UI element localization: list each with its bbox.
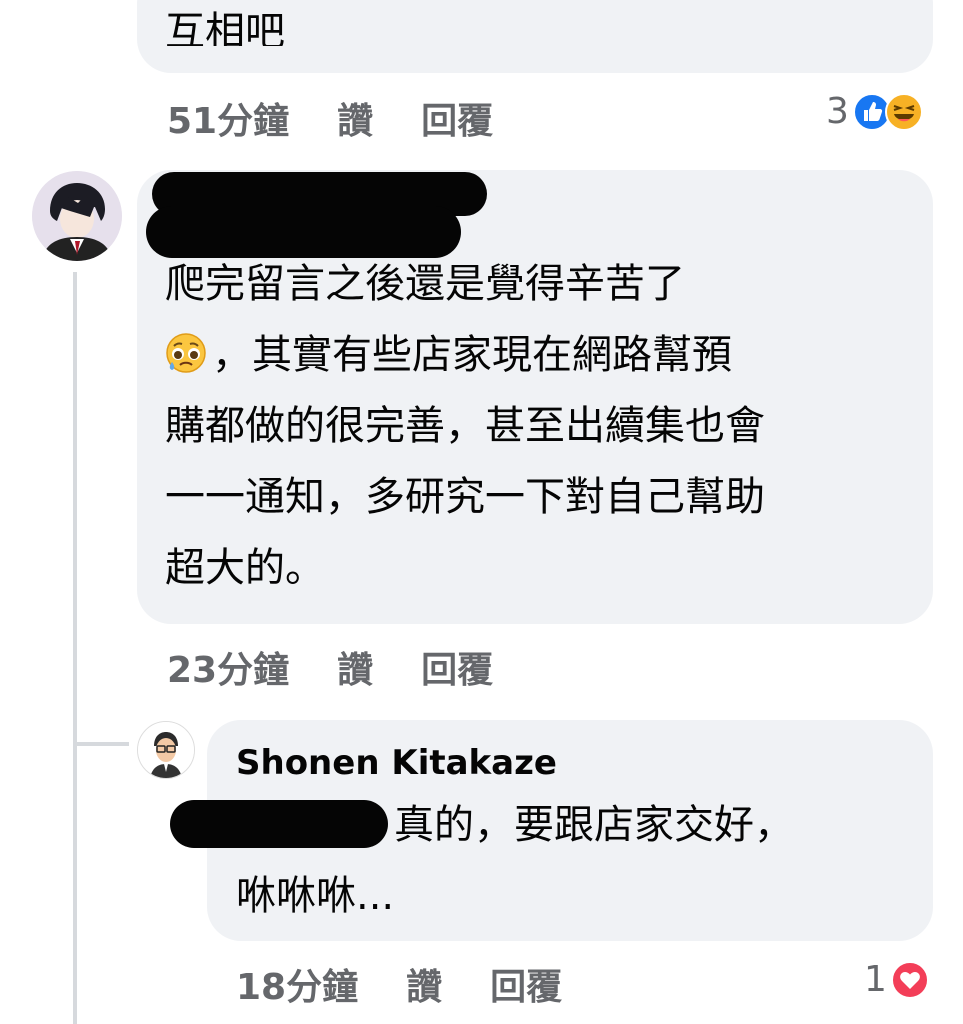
reaction-summary-reply[interactable]: 1 <box>864 959 929 1000</box>
reply-avatar[interactable] <box>137 721 195 779</box>
thread-connector <box>73 742 129 746</box>
reply-button[interactable]: 回覆 <box>490 958 562 1010</box>
like-button[interactable]: 讚 <box>337 92 373 144</box>
love-reaction-icon <box>890 960 929 999</box>
thread-line <box>73 272 77 1024</box>
comment-text-line1: 爬完留言之後還是覺得辛苦了 <box>165 261 685 307</box>
comment-text-top: 互相吧 <box>165 10 285 46</box>
reply-button[interactable]: 回覆 <box>421 92 493 144</box>
comment-meta-top: 51分鐘 讚 回覆 <box>167 92 493 144</box>
reaction-summary-top[interactable]: 3 <box>826 91 923 132</box>
comment-meta-main: 23分鐘 讚 回覆 <box>167 641 493 693</box>
avatar[interactable] <box>32 171 122 261</box>
reply-button[interactable]: 回覆 <box>421 641 493 693</box>
reply-text-line1: 真的，要跟店家交好， <box>394 802 794 848</box>
comment-timestamp[interactable]: 23分鐘 <box>167 641 289 693</box>
redacted-mention <box>170 800 388 848</box>
reply-meta: 18分鐘 讚 回覆 <box>236 958 562 1010</box>
reply-author-name[interactable]: Shonen Kitakaze <box>236 743 557 783</box>
like-button[interactable]: 讚 <box>406 958 442 1010</box>
comment-timestamp[interactable]: 51分鐘 <box>167 92 289 144</box>
haha-reaction-icon <box>884 92 923 131</box>
reply-timestamp[interactable]: 18分鐘 <box>236 958 358 1010</box>
comment-text-rest: ，其實有些店家現在網路幫預 購都做的很完善，甚至出續集也會 一一通知，多研究一下… <box>165 332 765 591</box>
reaction-count: 3 <box>826 91 849 132</box>
reply-text-line2: 咻咻咻... <box>236 873 395 919</box>
reaction-count: 1 <box>864 959 887 1000</box>
like-button[interactable]: 讚 <box>337 641 373 693</box>
